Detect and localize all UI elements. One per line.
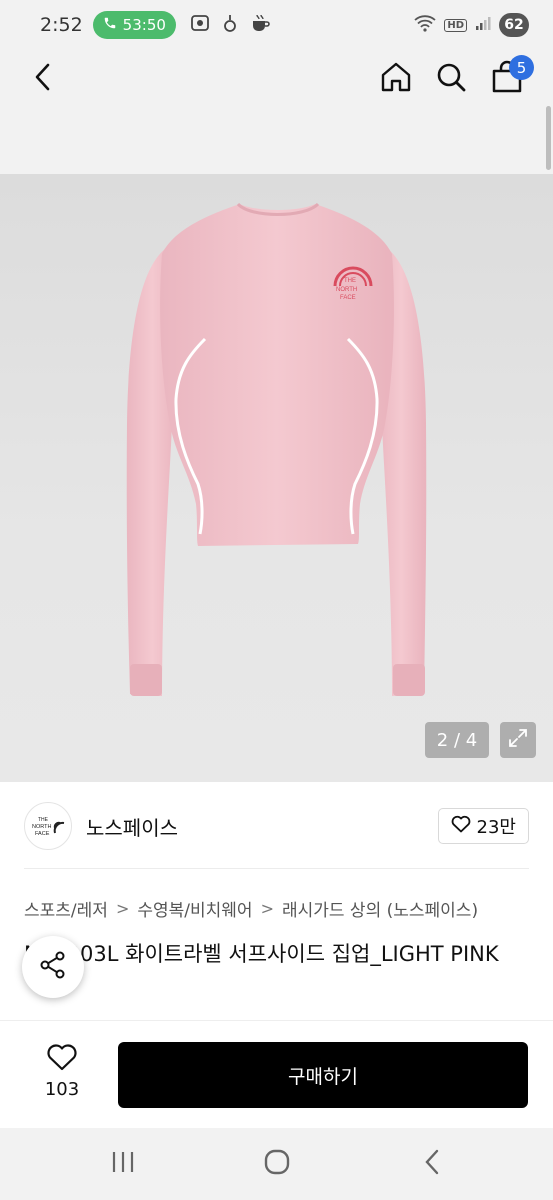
breadcrumb-item[interactable]: 수영복/비치웨어 — [137, 896, 252, 921]
bottom-action-bar: 103 구매하기 — [0, 1020, 553, 1128]
divider — [24, 868, 529, 869]
share-button[interactable] — [22, 936, 84, 998]
status-bar: 2:52 53:50 HD 62 — [0, 0, 553, 50]
home-circle-icon — [263, 1148, 291, 1180]
status-time: 2:52 — [40, 14, 83, 36]
svg-text:FACE: FACE — [35, 831, 50, 837]
breadcrumb: 스포츠/레저 > 수영복/비치웨어 > 래시가드 상의 (노스페이스) — [24, 896, 478, 921]
store-logo: THE NORTH FACE — [32, 817, 65, 837]
store-like-count: 23만 — [476, 817, 516, 838]
chevron-right-icon: > — [115, 899, 130, 918]
notification-icon — [222, 13, 238, 37]
top-navigation: 5 — [0, 50, 553, 174]
hd-badge: HD — [444, 18, 467, 32]
expand-image-button[interactable] — [500, 722, 536, 758]
signal-icon — [475, 15, 491, 35]
svg-text:FACE: FACE — [340, 295, 356, 301]
store-like-button[interactable]: 23만 — [437, 808, 529, 844]
wishlist-button[interactable]: 103 — [36, 1043, 88, 1100]
battery-indicator: 62 — [499, 13, 529, 37]
system-navigation-bar — [0, 1128, 553, 1200]
store-avatar[interactable]: THE NORTH FACE — [24, 802, 72, 850]
home-icon — [379, 60, 413, 98]
cafe-icon — [250, 13, 272, 37]
product-photo: THE NORTH FACE — [126, 202, 427, 696]
svg-text:NORTH: NORTH — [336, 287, 357, 293]
call-indicator[interactable]: 53:50 — [92, 11, 176, 39]
back-button[interactable] — [20, 56, 66, 102]
product-title: NJ5JR03L 화이트라벨 서프사이드 집업_LIGHT PINK — [24, 942, 499, 966]
cart-button[interactable]: 5 — [484, 55, 534, 102]
wifi-icon — [414, 14, 436, 36]
image-counter: 2 / 4 — [425, 722, 489, 758]
recent-apps-button[interactable] — [103, 1146, 143, 1182]
svg-text:NORTH: NORTH — [32, 824, 51, 830]
back-chevron-icon — [422, 1148, 442, 1180]
expand-icon — [507, 727, 529, 753]
call-timer: 53:50 — [122, 16, 166, 34]
breadcrumb-item[interactable]: 스포츠/레저 — [24, 896, 108, 921]
phone-icon — [103, 16, 117, 34]
home-system-button[interactable] — [257, 1146, 297, 1182]
recent-apps-icon — [110, 1150, 136, 1178]
back-system-button[interactable] — [412, 1146, 452, 1182]
search-button[interactable] — [428, 56, 474, 102]
share-icon — [38, 950, 68, 984]
chevron-right-icon: > — [260, 899, 274, 918]
back-icon — [31, 62, 55, 96]
product-image-carousel[interactable]: THE NORTH FACE 2 / 4 — [0, 174, 553, 782]
heart-icon — [46, 1043, 78, 1075]
breadcrumb-item[interactable]: 래시가드 상의 (노스페이스) — [282, 896, 478, 921]
home-button[interactable] — [373, 56, 419, 102]
buy-button[interactable]: 구매하기 — [118, 1042, 528, 1108]
screenshot-icon — [190, 13, 210, 37]
svg-text:THE: THE — [38, 817, 49, 823]
scroll-indicator — [546, 106, 551, 170]
wishlist-count: 103 — [44, 1079, 80, 1100]
heart-icon — [451, 815, 471, 838]
svg-text:THE: THE — [344, 278, 356, 284]
search-icon — [435, 61, 467, 97]
store-name[interactable]: 노스페이스 — [86, 812, 178, 841]
store-row: THE NORTH FACE 노스페이스 23만 — [24, 800, 529, 852]
cart-count-badge: 5 — [509, 55, 534, 80]
